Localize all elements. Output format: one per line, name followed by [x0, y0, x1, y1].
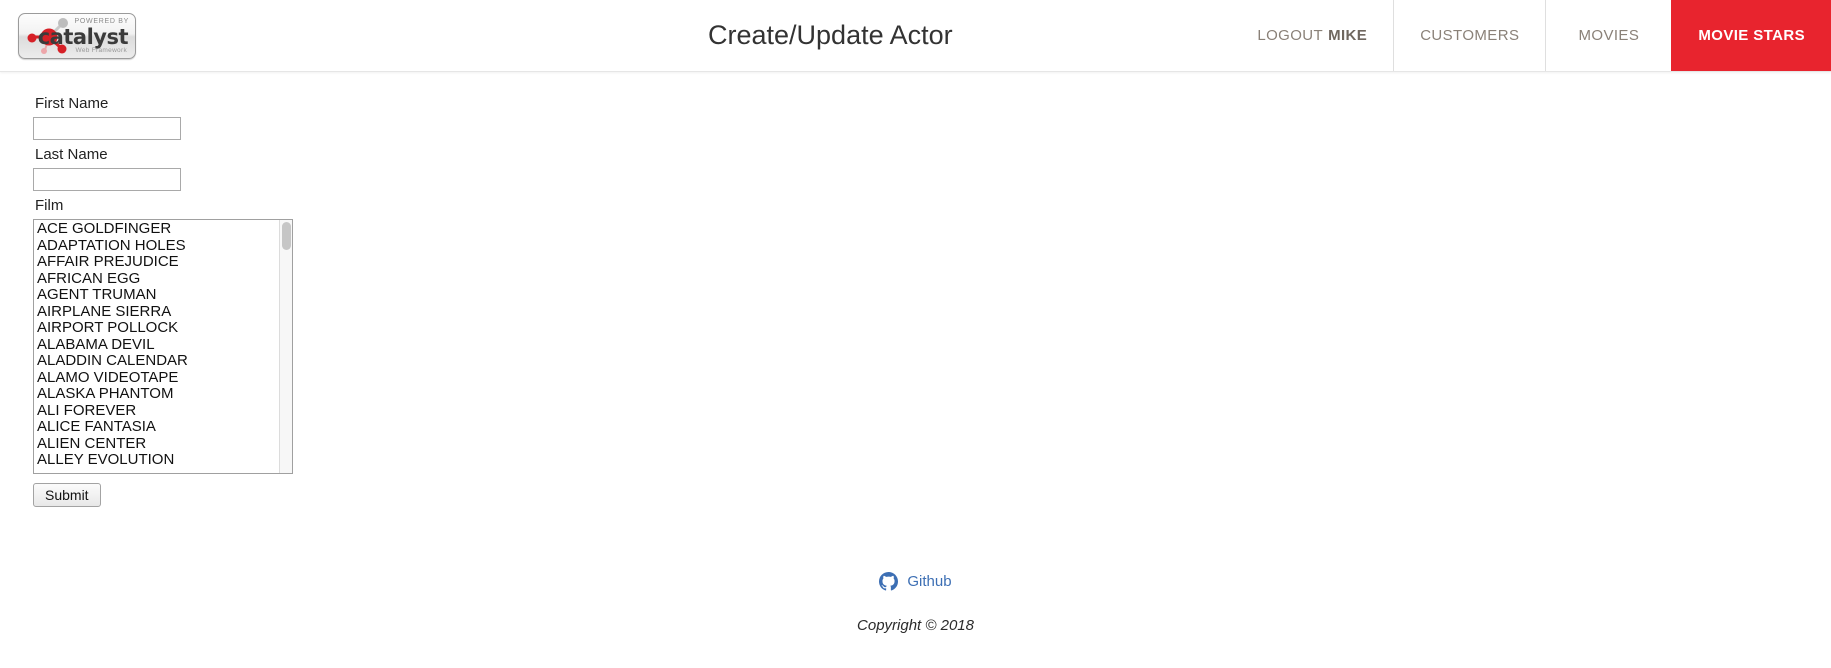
- film-option[interactable]: AIRPLANE SIERRA: [35, 303, 279, 321]
- film-listbox-scroll-thumb[interactable]: [282, 222, 291, 250]
- actor-form: First Name Last Name Film ACE GOLDFINGER…: [0, 72, 1831, 507]
- github-icon: [879, 572, 899, 591]
- last-name-input[interactable]: [33, 168, 181, 191]
- film-listbox[interactable]: ACE GOLDFINGER ADAPTATION HOLES AFFAIR PRE…: [33, 219, 293, 474]
- logo-name-text: catalyst: [37, 24, 129, 49]
- catalyst-logo-badge[interactable]: POWERED BY catalyst Web Framework: [18, 12, 136, 59]
- film-option[interactable]: ACE GOLDFINGER: [35, 220, 279, 238]
- film-option[interactable]: ALASKA PHANTOM: [35, 385, 279, 403]
- film-option[interactable]: AGENT TRUMAN: [35, 286, 279, 304]
- page-footer: Github Copyright © 2018: [0, 572, 1831, 634]
- film-option[interactable]: ALABAMA DEVIL: [35, 336, 279, 354]
- nav-item-logout[interactable]: LOGOUT MIKE: [1231, 0, 1393, 71]
- film-option[interactable]: ADAPTATION HOLES: [35, 237, 279, 255]
- film-option[interactable]: ALADDIN CALENDAR: [35, 352, 279, 370]
- nav-links: LOGOUT MIKE CUSTOMERS MOVIES MOVIE STARS: [1231, 0, 1831, 71]
- film-options-list[interactable]: ACE GOLDFINGER ADAPTATION HOLES AFFAIR PRE…: [34, 220, 279, 473]
- film-option[interactable]: ALIEN CENTER: [35, 435, 279, 453]
- nav-item-movie-stars[interactable]: MOVIE STARS: [1671, 0, 1831, 71]
- first-name-label: First Name: [35, 95, 109, 112]
- film-listbox-scrollbar[interactable]: [279, 220, 292, 473]
- film-option[interactable]: AIRPORT POLLOCK: [35, 319, 279, 337]
- film-option[interactable]: ALI FOREVER: [35, 402, 279, 420]
- film-label: Film: [35, 197, 64, 214]
- film-option[interactable]: ALICE FANTASIA: [35, 418, 279, 436]
- last-name-label: Last Name: [35, 146, 108, 163]
- film-option[interactable]: ALLEY EVOLUTION: [35, 451, 279, 469]
- logo-powered-by-text: POWERED BY: [74, 17, 129, 25]
- film-option[interactable]: AFRICAN EGG: [35, 270, 279, 288]
- logo-tagline-text: Web Framework: [75, 46, 127, 54]
- film-option[interactable]: ALAMO VIDEOTAPE: [35, 369, 279, 387]
- page-title: Create/Update Actor: [708, 20, 953, 50]
- film-option[interactable]: AFFAIR PREJUDICE: [35, 253, 279, 271]
- nav-item-customers[interactable]: CUSTOMERS: [1393, 0, 1545, 71]
- page-title-container: Create/Update Actor: [300, 0, 1231, 71]
- github-link[interactable]: Github: [879, 572, 952, 591]
- github-link-label: Github: [907, 573, 952, 590]
- first-name-input[interactable]: [33, 117, 181, 140]
- copyright-text: Copyright © 2018: [857, 617, 974, 634]
- nav-item-movies[interactable]: MOVIES: [1545, 0, 1671, 71]
- submit-button[interactable]: Submit: [33, 483, 101, 507]
- brand-logo[interactable]: POWERED BY catalyst Web Framework: [0, 0, 300, 71]
- top-navbar: POWERED BY catalyst Web Framework Create…: [0, 0, 1831, 72]
- nav-logout-username: MIKE: [1328, 27, 1368, 44]
- nav-logout-label: LOGOUT: [1257, 27, 1324, 44]
